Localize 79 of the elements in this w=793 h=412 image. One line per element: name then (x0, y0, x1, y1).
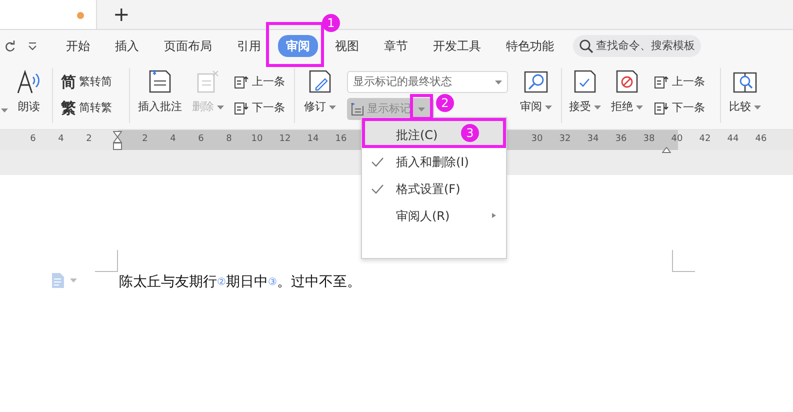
margin-corner-mark (672, 250, 695, 272)
caret-icon (495, 80, 502, 84)
ruler-number: 10 (250, 133, 264, 146)
document-pen-icon (307, 69, 333, 95)
caret-icon[interactable] (70, 278, 77, 283)
previous-icon (234, 76, 249, 90)
ruler-number: 6 (29, 133, 37, 146)
ruler-number: 6 (197, 133, 205, 146)
markup-flag-icon (350, 102, 364, 116)
convert-button[interactable]: 繁 简转繁 (61, 98, 121, 120)
ruler-number: 42 (698, 133, 712, 146)
review-pane-button[interactable]: 审阅 (513, 62, 559, 129)
search-icon (579, 38, 594, 54)
ruler-number: 2 (141, 133, 149, 146)
compare-button[interactable]: 比较 (723, 62, 767, 129)
submenu-arrow-icon (491, 213, 498, 218)
document-check-icon (572, 69, 598, 95)
read-aloud-button[interactable]: 朗读 (8, 62, 50, 129)
ruler-number: 30 (530, 133, 544, 146)
menu-tab[interactable]: 特色功能 (498, 35, 562, 57)
menu-tab[interactable]: 视图 (327, 35, 367, 57)
ruler-number: 44 (726, 133, 740, 146)
reject-button[interactable]: 拒绝 (606, 62, 648, 129)
menu-tab[interactable]: 章节 (376, 35, 416, 57)
next-comment-button[interactable]: 下一条 (234, 98, 286, 120)
ruler-number: 14 (306, 133, 320, 146)
next-icon (654, 102, 669, 116)
convert-button[interactable]: 简 繁转简 (61, 72, 121, 94)
menu-tab[interactable]: 引用 (229, 35, 269, 57)
track-changes-button[interactable]: 修订 (297, 62, 343, 129)
speaker-letter-icon (16, 69, 42, 95)
previous-change-button[interactable]: 上一条 (654, 72, 712, 94)
document-icon[interactable] (52, 273, 64, 288)
menu-item[interactable]: 审阅人(R) (362, 202, 506, 229)
caret-icon (754, 104, 761, 110)
caret-icon (216, 104, 224, 110)
caret-icon (328, 104, 336, 110)
ruler-number: 2 (85, 133, 93, 146)
ruler-number: 4 (169, 133, 177, 146)
magnifier-icon (523, 69, 549, 95)
comment-delete-icon (195, 69, 221, 95)
next-icon (234, 102, 249, 116)
search-field[interactable]: 查找命令、搜索模板 (573, 35, 701, 57)
margin-marker-icon (662, 146, 671, 153)
new-tab-button[interactable]: + (113, 4, 130, 24)
insert-comment-button[interactable]: 插入批注 (132, 62, 188, 129)
caret-icon (544, 104, 552, 110)
ruler-number: 40 (671, 134, 683, 144)
ruler-number: 34 (586, 133, 600, 146)
menu-tab[interactable]: 插入 (107, 35, 147, 57)
caret-icon (636, 104, 643, 110)
margin-corner-mark (95, 250, 118, 272)
customize-icon[interactable] (28, 42, 37, 50)
next-change-button[interactable]: 下一条 (654, 98, 712, 120)
ruler-number: 4 (57, 133, 65, 146)
menu-item[interactable]: 插入和删除(I) (362, 148, 506, 175)
document-prohibited-icon (614, 69, 640, 95)
ruler-number: 38 (642, 133, 656, 146)
ruler-number: 16 (334, 133, 348, 146)
document-tab[interactable] (0, 0, 97, 29)
comment-add-icon (147, 69, 173, 95)
ruler-number: 46 (754, 133, 768, 146)
ruler-number: 8 (225, 133, 233, 146)
menu-item[interactable]: 格式设置(F) (362, 175, 506, 202)
display-mode-dropdown[interactable]: 显示标记的最终状态 (347, 71, 508, 93)
menu-tab[interactable]: 开发工具 (425, 35, 489, 57)
accept-button[interactable]: 接受 (564, 62, 606, 129)
highlight-frame (266, 22, 324, 67)
ruler-number: 12 (278, 133, 292, 146)
caret-icon (1, 108, 8, 113)
menu-tab[interactable]: 开始 (58, 35, 98, 57)
ruler-number: 36 (614, 133, 628, 146)
previous-icon (654, 76, 669, 90)
menu-tab[interactable]: 页面布局 (156, 35, 220, 57)
ruler-number: 32 (558, 133, 572, 146)
previous-comment-button[interactable]: 上一条 (234, 72, 286, 94)
caret-icon (594, 104, 601, 110)
redo-icon[interactable] (4, 40, 16, 52)
caret-icon (418, 106, 425, 112)
